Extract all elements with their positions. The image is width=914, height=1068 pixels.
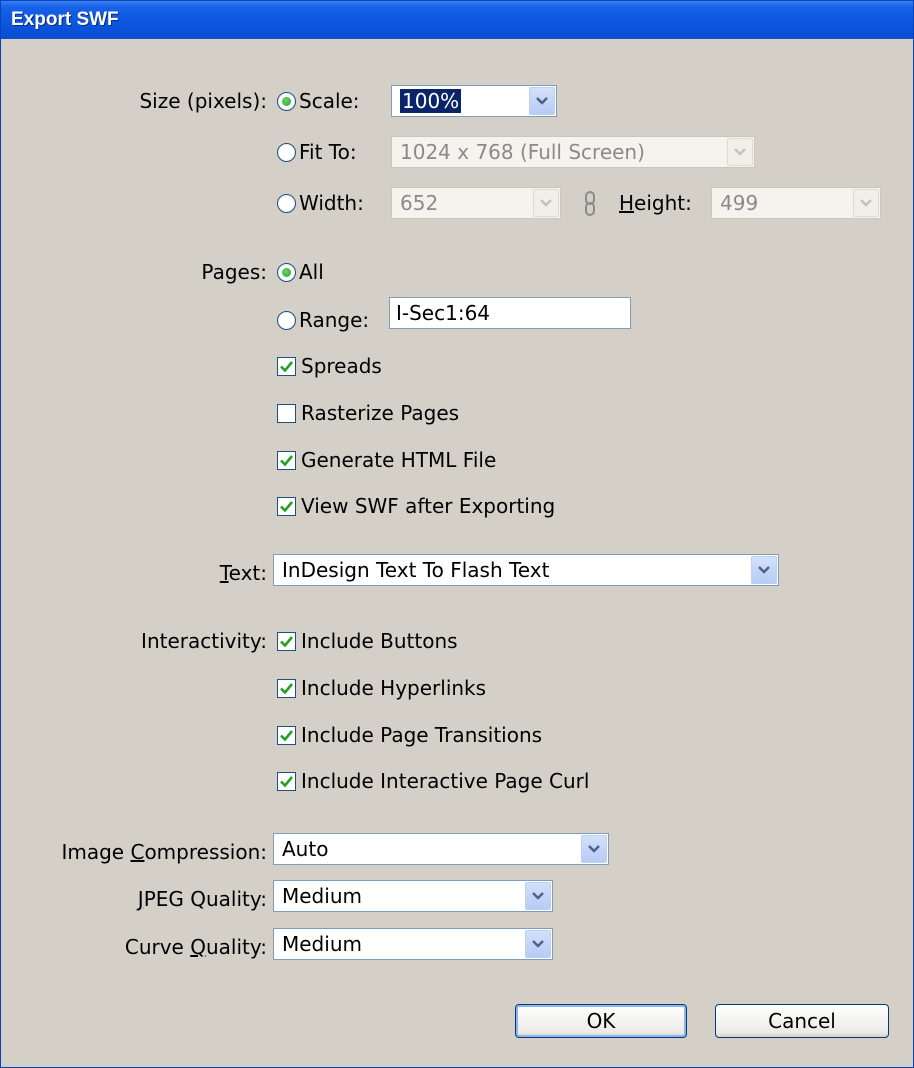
curve-quality-dropdown-button[interactable]	[525, 930, 551, 958]
fit-to-dropdown[interactable]: 1024 x 768 (Full Screen)	[391, 136, 755, 168]
rasterize-pages-checkbox[interactable]	[277, 404, 296, 423]
text-label: Text:	[219, 561, 267, 585]
cancel-button[interactable]: Cancel	[715, 1004, 889, 1038]
text-dropdown-button[interactable]	[751, 556, 777, 584]
include-buttons-checkbox[interactable]	[277, 632, 296, 651]
checkmark-icon	[280, 730, 294, 742]
title-bar[interactable]: Export SWF	[1, 1, 913, 39]
fit-to-dropdown-button[interactable]	[727, 138, 753, 166]
pages-label: Pages:	[201, 260, 267, 284]
fit-to-radio[interactable]	[277, 143, 296, 162]
curve-quality-value: Medium	[282, 932, 362, 956]
height-dropdown[interactable]: 499	[711, 187, 881, 219]
generate-html-label: Generate HTML File	[301, 448, 497, 472]
chevron-down-icon	[860, 199, 872, 207]
width-label: Width:	[299, 191, 364, 215]
jpeg-quality-value: Medium	[282, 884, 362, 908]
chevron-down-icon	[758, 566, 770, 574]
checkmark-icon	[280, 455, 294, 467]
chevron-down-icon	[734, 148, 746, 156]
chevron-down-icon	[532, 892, 544, 900]
constrain-proportions-link-icon[interactable]	[583, 191, 597, 222]
image-compression-value: Auto	[282, 837, 329, 861]
scale-radio[interactable]	[277, 92, 296, 111]
scale-dropdown[interactable]: 100%	[391, 85, 557, 117]
view-swf-label: View SWF after Exporting	[301, 494, 556, 518]
scale-dropdown-button[interactable]	[529, 87, 555, 115]
radio-selected-dot	[282, 268, 291, 277]
pages-all-radio[interactable]	[277, 263, 296, 282]
pages-range-input[interactable]: I-Sec1:64	[389, 297, 631, 329]
width-value: 652	[400, 191, 439, 215]
height-dropdown-button[interactable]	[853, 189, 879, 217]
checkmark-icon	[280, 501, 294, 513]
include-page-curl-checkbox[interactable]	[277, 772, 296, 791]
checkmark-icon	[280, 636, 294, 648]
view-swf-checkbox[interactable]	[277, 497, 296, 516]
size-label: Size (pixels):	[139, 89, 267, 113]
curve-quality-label: Curve Quality:	[124, 935, 267, 959]
height-label: Height:	[619, 191, 692, 215]
pages-range-value: I-Sec1:64	[396, 301, 491, 325]
chain-link-icon	[585, 191, 595, 216]
image-compression-dropdown[interactable]: Auto	[273, 833, 609, 865]
jpeg-quality-label: JPEG Quality:	[137, 887, 267, 911]
include-hyperlinks-checkbox[interactable]	[277, 679, 296, 698]
checkmark-icon	[280, 361, 294, 373]
chevron-down-icon	[536, 97, 548, 105]
interactivity-label: Interactivity:	[141, 629, 267, 653]
jpeg-quality-dropdown-button[interactable]	[525, 882, 551, 910]
fit-to-label: Fit To:	[299, 140, 357, 164]
width-dropdown[interactable]: 652	[391, 187, 561, 219]
include-page-transitions-label: Include Page Transitions	[301, 723, 543, 747]
curve-quality-dropdown[interactable]: Medium	[273, 928, 553, 960]
width-radio[interactable]	[277, 194, 296, 213]
dialog-title: Export SWF	[11, 9, 119, 30]
radio-selected-dot	[282, 97, 291, 106]
chevron-down-icon	[540, 199, 552, 207]
pages-range-radio[interactable]	[277, 311, 296, 330]
checkmark-icon	[280, 776, 294, 788]
height-value: 499	[720, 191, 759, 215]
include-page-curl-label: Include Interactive Page Curl	[301, 769, 590, 793]
rasterize-pages-label: Rasterize Pages	[301, 401, 460, 425]
image-compression-label: Image Compression:	[61, 840, 267, 864]
generate-html-checkbox[interactable]	[277, 451, 296, 470]
checkmark-icon	[280, 683, 294, 695]
jpeg-quality-dropdown[interactable]: Medium	[273, 880, 553, 912]
image-compression-dropdown-button[interactable]	[581, 835, 607, 863]
text-value: InDesign Text To Flash Text	[282, 558, 550, 582]
pages-range-label: Range:	[299, 308, 370, 332]
dialog-body: Size (pixels): Scale: 100% Fit To: 1024 …	[5, 39, 911, 1065]
scale-label: Scale:	[299, 89, 360, 113]
include-buttons-label: Include Buttons	[301, 629, 458, 653]
width-dropdown-button[interactable]	[533, 189, 559, 217]
include-hyperlinks-label: Include Hyperlinks	[301, 676, 487, 700]
spreads-checkbox[interactable]	[277, 357, 296, 376]
text-dropdown[interactable]: InDesign Text To Flash Text	[273, 554, 779, 586]
pages-all-label: All	[299, 260, 324, 284]
scale-value: 100%	[400, 89, 462, 113]
chevron-down-icon	[588, 845, 600, 853]
ok-button[interactable]: OK	[515, 1004, 687, 1038]
spreads-label: Spreads	[301, 354, 382, 378]
chevron-down-icon	[532, 940, 544, 948]
export-swf-dialog: Export SWF Size (pixels): Scale: 100% Fi…	[0, 0, 914, 1068]
fit-to-value: 1024 x 768 (Full Screen)	[400, 140, 645, 164]
include-page-transitions-checkbox[interactable]	[277, 726, 296, 745]
